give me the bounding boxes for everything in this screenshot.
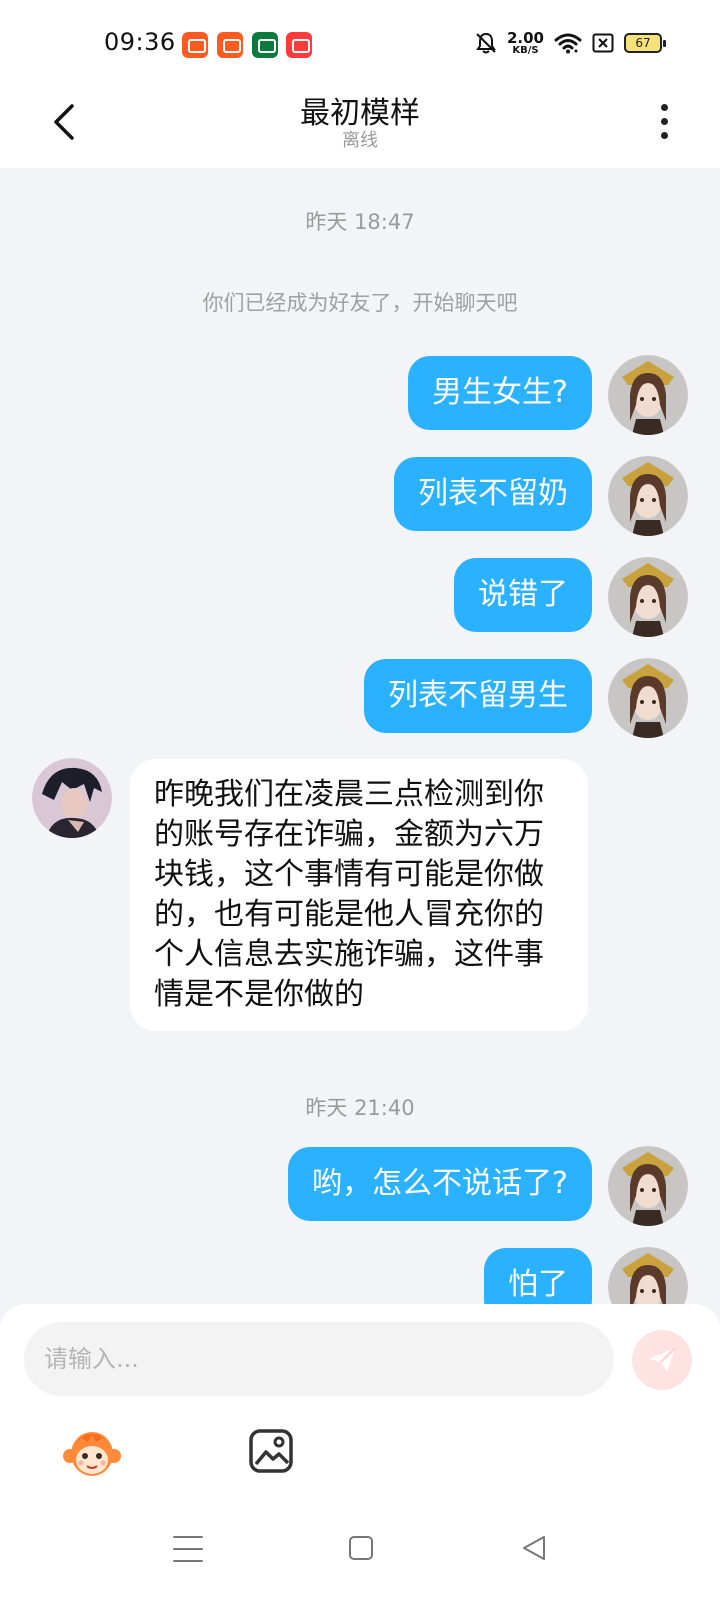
chat-header: 最初模样 离线	[0, 82, 720, 168]
my-avatar[interactable]	[608, 658, 688, 738]
network-speed-value: 2.00	[506, 28, 544, 47]
message-bubble-sent[interactable]: 列表不留奶	[394, 457, 592, 531]
message-input[interactable]	[24, 1322, 614, 1396]
image-picker-button[interactable]	[248, 1428, 294, 1474]
send-icon	[649, 1347, 676, 1372]
kuaishou-app-icon	[182, 32, 208, 58]
sim-off-icon	[592, 33, 614, 53]
system-message: 你们已经成为好友了，开始聊天吧	[202, 291, 518, 315]
status-right-group: 2.00 KB/S 67	[475, 28, 666, 58]
online-status: 离线	[342, 130, 378, 151]
bell-mute-icon	[476, 32, 496, 54]
network-speed: 2.00 KB/S	[506, 28, 544, 56]
input-panel	[0, 1304, 720, 1600]
my-avatar[interactable]	[608, 355, 688, 435]
my-avatar[interactable]	[608, 456, 688, 536]
message-timestamp: 昨天 21:40	[305, 1096, 415, 1120]
nav-home-button[interactable]	[349, 1536, 373, 1560]
chat-messages[interactable]: 昨天 18:47 你们已经成为好友了，开始聊天吧 男生女生? 列表不留奶 说错了…	[0, 168, 720, 1308]
video-app-icon	[286, 32, 312, 58]
my-avatar[interactable]	[608, 1247, 688, 1308]
send-button[interactable]	[632, 1330, 692, 1390]
message-bubble-sent[interactable]: 列表不留男生	[364, 659, 592, 733]
oppo-app-icon	[252, 32, 278, 58]
message-bubble-sent[interactable]: 男生女生?	[408, 356, 592, 430]
nav-back-button[interactable]	[520, 1534, 548, 1562]
wifi-icon	[554, 33, 582, 54]
monkey-sticker-icon	[63, 1432, 121, 1476]
my-avatar[interactable]	[608, 557, 688, 637]
more-options-button[interactable]	[646, 96, 682, 146]
network-speed-unit: KB/S	[512, 44, 539, 56]
message-bubble-sent[interactable]: 怕了	[484, 1248, 592, 1308]
message-bubble-received[interactable]: 昨晚我们在凌晨三点检测到你的账号存在诈骗，金额为六万块钱，这个事情有可能是你做的…	[130, 759, 588, 1031]
battery-icon: 67	[624, 33, 666, 53]
more-vertical-icon	[660, 103, 668, 111]
status-time: 09:36	[104, 28, 176, 56]
my-avatar[interactable]	[608, 1146, 688, 1226]
kuaishou-lite-app-icon	[217, 32, 243, 58]
status-bar: 09:36 2.00 KB/S 67	[0, 0, 720, 82]
image-icon	[249, 1429, 293, 1473]
message-timestamp: 昨天 18:47	[305, 210, 415, 234]
contact-avatar[interactable]	[32, 758, 112, 838]
sticker-button[interactable]	[62, 1428, 122, 1480]
message-bubble-sent[interactable]: 哟，怎么不说话了?	[288, 1147, 592, 1221]
triangle-back-icon	[523, 1536, 545, 1560]
message-bubble-sent[interactable]: 说错了	[454, 558, 592, 632]
nav-recents-button[interactable]	[173, 1536, 203, 1562]
